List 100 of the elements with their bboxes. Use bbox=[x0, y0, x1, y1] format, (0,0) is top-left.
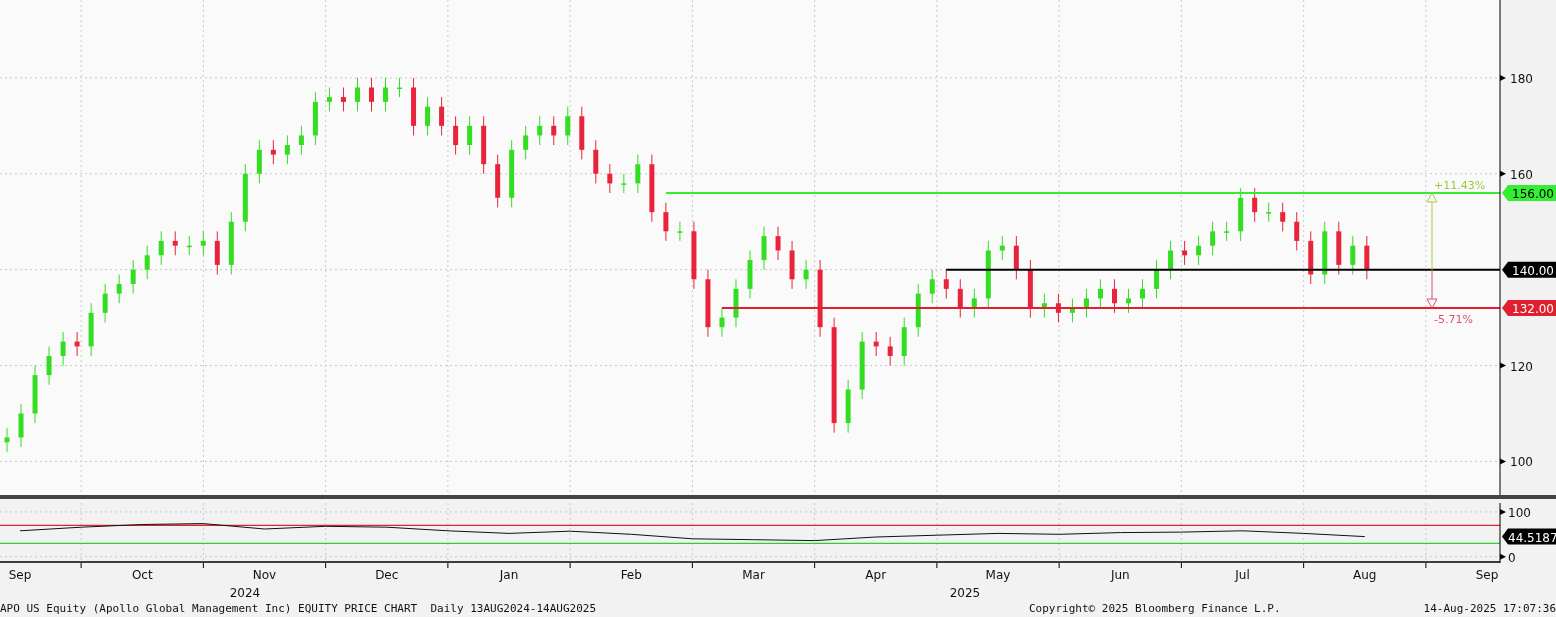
candlestick bbox=[200, 230, 206, 256]
candlestick bbox=[172, 230, 178, 256]
candlestick bbox=[88, 302, 94, 357]
candlestick bbox=[901, 317, 907, 367]
ref-line-label: 132.00 bbox=[1512, 302, 1554, 317]
candlestick bbox=[453, 115, 459, 156]
candlestick bbox=[326, 87, 332, 112]
month-label: May bbox=[985, 568, 1011, 582]
candlestick bbox=[158, 230, 164, 266]
candlestick bbox=[565, 106, 571, 146]
axis-label: 120 bbox=[1510, 359, 1533, 374]
candlestick bbox=[1224, 221, 1230, 242]
month-label: Feb bbox=[620, 568, 642, 582]
candlestick bbox=[663, 202, 669, 242]
axis-label: 180 bbox=[1510, 71, 1533, 86]
candlestick bbox=[859, 331, 865, 400]
candlestick bbox=[775, 226, 781, 261]
candlestick bbox=[60, 331, 66, 367]
candlestick bbox=[228, 211, 234, 275]
candlestick bbox=[214, 230, 220, 275]
candlestick bbox=[1210, 221, 1216, 256]
candlestick bbox=[789, 240, 795, 290]
candlestick bbox=[312, 91, 318, 146]
candlestick bbox=[677, 221, 683, 242]
candlestick bbox=[1182, 240, 1188, 266]
chart-description: APO US Equity (Apollo Global Management Inc) EQUITY PRICE CHART Daily 13AUG2024-14AUG2025 bbox=[0, 601, 597, 617]
candlestick bbox=[439, 96, 445, 136]
candlestick bbox=[284, 134, 290, 165]
candlestick bbox=[1097, 278, 1103, 309]
axis-label: 0 bbox=[1508, 550, 1516, 565]
percent-change-label: -5.71% bbox=[1434, 313, 1473, 327]
candlestick bbox=[425, 96, 431, 136]
candlestick bbox=[593, 139, 599, 184]
candlestick bbox=[1069, 297, 1075, 323]
candlestick bbox=[116, 273, 122, 304]
candlestick bbox=[1294, 211, 1300, 251]
candlestick bbox=[397, 77, 403, 98]
candlestick bbox=[1308, 230, 1314, 285]
month-label: Mar bbox=[742, 568, 765, 582]
candlestick bbox=[1238, 187, 1244, 242]
candlestick bbox=[1055, 293, 1061, 323]
candlestick bbox=[270, 139, 276, 165]
timestamp: 14-Aug-2025 17:07:36 bbox=[1423, 601, 1556, 617]
candlestick bbox=[1168, 240, 1174, 280]
candlestick bbox=[719, 307, 725, 338]
candlestick bbox=[298, 125, 304, 156]
candlestick bbox=[509, 139, 515, 208]
candlestick bbox=[256, 139, 262, 184]
price-tag: 156.00 bbox=[1502, 184, 1556, 201]
candlestick bbox=[1041, 293, 1047, 319]
candlestick bbox=[467, 115, 473, 156]
candlestick bbox=[186, 235, 192, 256]
candlestick bbox=[1083, 288, 1089, 319]
candlestick bbox=[355, 77, 360, 112]
candlestick bbox=[803, 259, 809, 290]
candlestick bbox=[887, 336, 893, 367]
candlestick bbox=[383, 77, 388, 112]
candlestick bbox=[1322, 221, 1328, 285]
month-label: Jun bbox=[1110, 568, 1130, 582]
month-label: Oct bbox=[131, 568, 153, 582]
candlestick bbox=[481, 115, 487, 175]
month-label: Jan bbox=[499, 568, 519, 582]
candlestick bbox=[144, 245, 150, 280]
candlestick bbox=[929, 269, 935, 304]
candlestick bbox=[873, 331, 879, 357]
candlestick bbox=[607, 163, 613, 194]
candlestick bbox=[1126, 288, 1131, 314]
candlestick bbox=[1364, 235, 1370, 280]
ref-line-label: 156.00 bbox=[1512, 186, 1554, 201]
candlestick bbox=[523, 125, 529, 160]
candlestick bbox=[579, 106, 585, 160]
price-tag: 140.00 bbox=[1502, 261, 1556, 278]
rsi-value-tag: 44.5187 bbox=[1502, 528, 1556, 545]
candlestick bbox=[971, 288, 977, 319]
candlestick bbox=[18, 403, 24, 448]
candlestick bbox=[1196, 235, 1202, 266]
candlestick bbox=[845, 379, 851, 434]
candlestick bbox=[635, 154, 641, 194]
axis-label: 100 bbox=[1510, 455, 1533, 470]
candlestick bbox=[649, 154, 655, 223]
candlestick bbox=[1336, 221, 1342, 275]
ref-line-label: 140.00 bbox=[1512, 263, 1554, 278]
candlestick bbox=[102, 283, 108, 323]
month-label: Jul bbox=[1235, 568, 1250, 582]
candlestick bbox=[999, 235, 1005, 261]
candlestick bbox=[621, 173, 627, 194]
candlestick bbox=[915, 283, 921, 338]
candlestick bbox=[130, 259, 136, 295]
candlestick bbox=[411, 77, 417, 136]
candlestick bbox=[551, 115, 557, 146]
candlestick bbox=[242, 163, 248, 232]
candlestick bbox=[1154, 259, 1160, 299]
candlestick bbox=[340, 87, 346, 112]
price-tag: 132.00 bbox=[1502, 300, 1556, 317]
candlestick bbox=[1140, 278, 1145, 309]
year-label: 2024 bbox=[228, 585, 262, 601]
candlestick bbox=[537, 115, 543, 146]
candlestick bbox=[74, 331, 80, 357]
month-label: Apr bbox=[865, 568, 887, 582]
candlestick bbox=[747, 250, 753, 299]
